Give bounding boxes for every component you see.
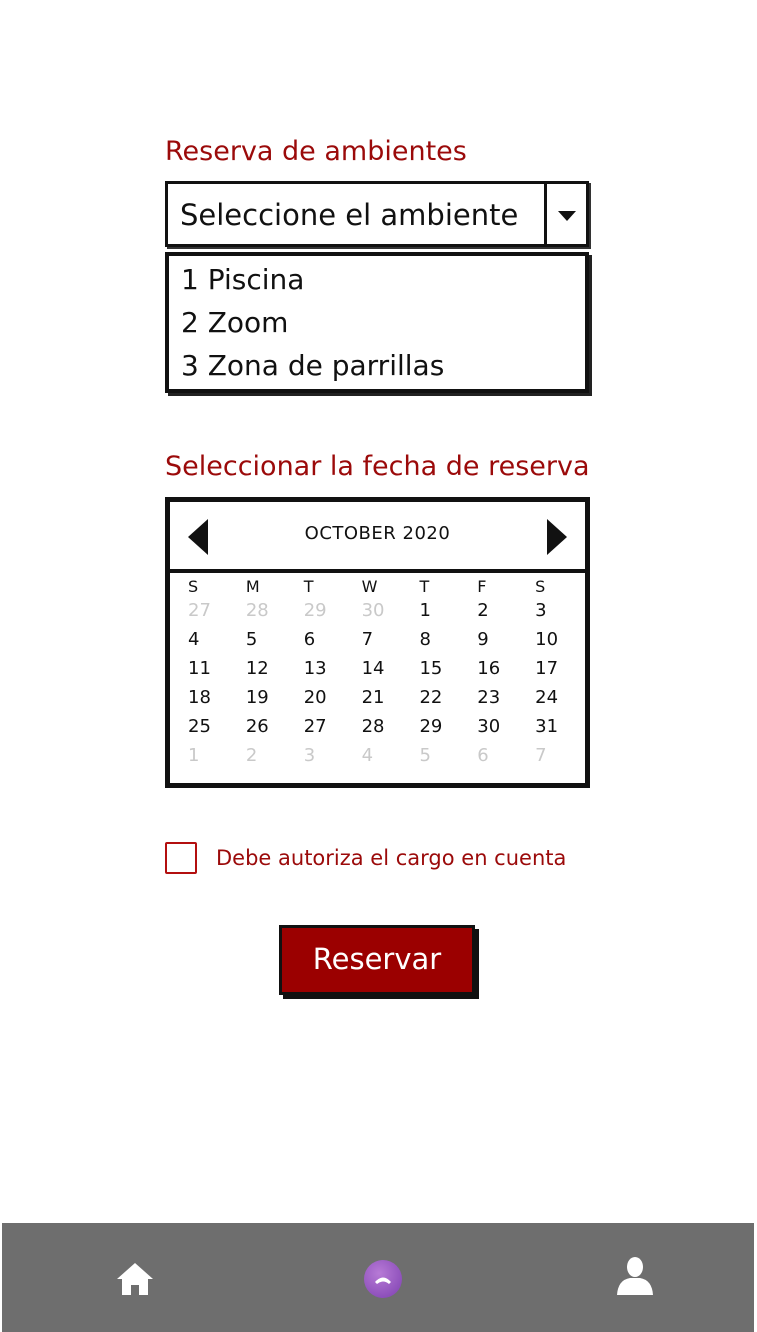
calendar-day-outside-month: 4 — [361, 745, 374, 766]
calendar-day-outside-month: 3 — [303, 745, 316, 766]
weekday-label: M — [245, 576, 260, 596]
home-icon[interactable] — [115, 1261, 155, 1297]
calendar-day-outside-month: 27 — [188, 600, 211, 621]
room-option[interactable]: 2 Zoom — [181, 306, 288, 339]
date-section-label: Seleccionar la fecha de reserva — [165, 451, 590, 482]
calendar-day[interactable]: 20 — [296, 687, 354, 708]
weekday-label: T — [419, 576, 430, 596]
weekday-label: S — [188, 576, 199, 596]
calendar-day[interactable]: 28 — [354, 716, 412, 737]
user-icon[interactable] — [614, 1254, 656, 1296]
calendar-week-row: 25 26 27 28 29 30 31 — [180, 712, 585, 741]
charge-authorization-label: Debe autoriza el cargo en cuenta — [216, 846, 567, 870]
room-option[interactable]: 1 Piscina — [181, 263, 304, 296]
calendar-day[interactable]: 27 — [296, 716, 354, 737]
calendar-week-row: 18 19 20 21 22 23 24 — [180, 683, 585, 712]
calendar-day[interactable]: 8 — [411, 629, 469, 650]
calendar-day[interactable]: 3 — [527, 600, 585, 621]
calendar-day[interactable]: 4 — [180, 629, 238, 650]
calendar-week-row: 27 28 29 30 1 2 3 — [180, 596, 585, 625]
calendar-day[interactable]: 29 — [411, 716, 469, 737]
room-options-list: 1 Piscina 2 Zoom 3 Zona de parrillas — [165, 252, 589, 393]
calendar-day[interactable]: 9 — [469, 629, 527, 650]
calendar-day[interactable]: 24 — [527, 687, 585, 708]
next-month-icon[interactable] — [547, 519, 567, 555]
reserve-button[interactable]: Reservar — [279, 925, 475, 995]
phone-icon[interactable] — [364, 1260, 402, 1298]
calendar-day[interactable]: 23 — [469, 687, 527, 708]
calendar-day[interactable]: 13 — [296, 658, 354, 679]
calendar-day[interactable]: 17 — [527, 658, 585, 679]
calendar-day[interactable]: 10 — [527, 629, 585, 650]
room-select-placeholder: Seleccione el ambiente — [180, 198, 519, 232]
calendar-day[interactable]: 18 — [180, 687, 238, 708]
bottom-nav — [2, 1223, 754, 1332]
calendar-day[interactable]: 11 — [180, 658, 238, 679]
weekday-header-row: SMTWTFS — [180, 576, 585, 596]
calendar-day[interactable]: 5 — [238, 629, 296, 650]
calendar-day[interactable]: 26 — [238, 716, 296, 737]
chevron-down-icon[interactable] — [544, 184, 586, 244]
charge-authorization-checkbox[interactable] — [165, 842, 197, 874]
calendar-grid: S M T W T F S 27 28 29 30 1 2 3 4 5 6 7 8 9 10 11 12 13 14 15 16 17… — [180, 576, 585, 770]
weekday-label: W — [361, 576, 378, 596]
room-option[interactable]: 3 Zona de parrillas — [181, 349, 444, 382]
room-select[interactable]: Seleccione el ambiente — [165, 181, 589, 247]
calendar-day[interactable]: 25 — [180, 716, 238, 737]
calendar-day[interactable]: 21 — [354, 687, 412, 708]
calendar-day[interactable]: 22 — [411, 687, 469, 708]
calendar-week-row: 4 5 6 7 8 9 10 — [180, 625, 585, 654]
calendar-day-outside-month: 5 — [419, 745, 431, 766]
weekday-label: T — [303, 576, 314, 596]
calendar-day-outside-month: 2 — [245, 745, 258, 766]
calendar-week-row: 1 2 3 4 5 6 7 — [180, 741, 585, 770]
calendar-week-row: 11 12 13 14 15 16 17 — [180, 654, 585, 683]
date-calendar: OCTOBER 2020 S M T W T F S 27 28 29 30 1 2 3 4 5 6 7 8 9 10 1… — [165, 497, 590, 788]
calendar-day[interactable]: 19 — [238, 687, 296, 708]
room-section-label: Reserva de ambientes — [165, 136, 467, 167]
calendar-day[interactable]: 2 — [469, 600, 527, 621]
calendar-day[interactable]: 14 — [354, 658, 412, 679]
weekday-label: F — [477, 576, 487, 596]
calendar-day[interactable]: 16 — [469, 658, 527, 679]
calendar-day[interactable]: 7 — [354, 629, 412, 650]
weekday-label: S — [535, 576, 546, 596]
calendar-day-outside-month: 7 — [535, 745, 547, 766]
calendar-day-outside-month: 1 — [188, 745, 200, 766]
calendar-day-outside-month: 30 — [361, 600, 385, 621]
calendar-day[interactable]: 1 — [411, 600, 469, 621]
calendar-month-title: OCTOBER 2020 — [304, 523, 451, 544]
calendar-day[interactable]: 30 — [469, 716, 527, 737]
calendar-day[interactable]: 12 — [238, 658, 296, 679]
calendar-day-outside-month: 29 — [303, 600, 327, 621]
calendar-day[interactable]: 6 — [296, 629, 354, 650]
calendar-day[interactable]: 15 — [411, 658, 469, 679]
calendar-day-outside-month: 28 — [245, 600, 269, 621]
calendar-header: OCTOBER 2020 — [170, 502, 585, 573]
calendar-day[interactable]: 31 — [527, 716, 585, 737]
calendar-day-outside-month: 6 — [477, 745, 489, 766]
